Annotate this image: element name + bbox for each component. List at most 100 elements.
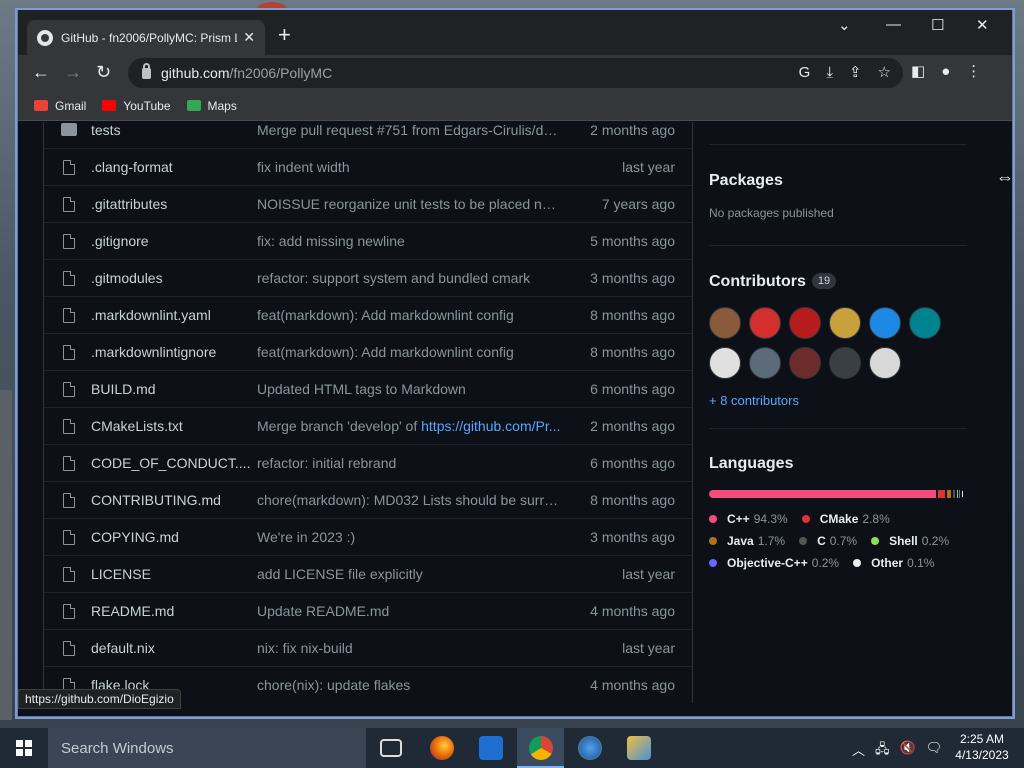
commit-message-link[interactable]: chore(markdown): MD032 Lists should be s… [257, 492, 562, 508]
commit-age[interactable]: 6 months ago [562, 455, 675, 471]
commit-message-link[interactable]: refactor: initial rebrand [257, 455, 562, 471]
file-name-link[interactable]: CONTRIBUTING.md [91, 492, 257, 508]
language-item[interactable]: Objective-C++ 0.2% [709, 552, 839, 574]
contributor-avatar[interactable] [789, 307, 821, 339]
file-name-link[interactable]: .gitmodules [91, 270, 257, 286]
show-hidden-icons-icon[interactable]: ︿ [852, 740, 865, 762]
contributor-avatar[interactable] [789, 347, 821, 379]
file-name-link[interactable]: .clang-format [91, 159, 257, 175]
file-name-link[interactable]: .gitattributes [91, 196, 257, 212]
task-view-icon[interactable] [380, 739, 402, 757]
commit-message-link[interactable]: Update README.md [257, 603, 562, 619]
language-item[interactable]: Shell 0.2% [871, 530, 949, 552]
chrome-icon[interactable] [529, 736, 553, 760]
commit-message-link[interactable]: Merge branch 'develop' of https://github… [257, 418, 562, 434]
commit-message-link[interactable]: We're in 2023 :) [257, 529, 562, 545]
commit-message-link[interactable]: feat(markdown): Add markdownlint config [257, 344, 562, 360]
contributor-avatar[interactable] [829, 307, 861, 339]
forward-button[interactable]: → [64, 63, 82, 81]
file-name-link[interactable]: BUILD.md [91, 381, 257, 397]
language-item[interactable]: C++ 94.3% [709, 508, 788, 530]
volume-muted-icon[interactable]: 🔇 [900, 740, 916, 762]
commit-age[interactable]: 4 months ago [562, 677, 675, 693]
commit-age[interactable]: 3 months ago [562, 529, 675, 545]
firefox-icon[interactable] [430, 736, 454, 760]
contributor-avatar[interactable] [869, 307, 901, 339]
language-item[interactable]: Java 1.7% [709, 530, 785, 552]
bookmark-maps[interactable]: Maps [186, 99, 237, 113]
new-tab-button[interactable]: + [278, 24, 291, 46]
file-name-link[interactable]: .markdownlintignore [91, 344, 257, 360]
taskbar-clock[interactable]: 2:25 AM 4/13/2023 [946, 731, 1018, 763]
profile-icon[interactable]: ● [941, 63, 950, 81]
lock-icon[interactable] [142, 62, 151, 79]
contributor-avatar[interactable] [909, 307, 941, 339]
file-name-link[interactable]: README.md [91, 603, 257, 619]
back-button[interactable]: ← [32, 63, 50, 81]
close-tab-icon[interactable]: ✕ [243, 29, 255, 46]
language-item[interactable]: C 0.7% [799, 530, 857, 552]
bookmark-gmail[interactable]: Gmail [34, 99, 86, 113]
commit-message-link[interactable]: fix: add missing newline [257, 233, 562, 249]
minimize-button[interactable]: — [886, 16, 901, 33]
commit-age[interactable]: 3 months ago [562, 270, 675, 286]
more-contributors-link[interactable]: + 8 contributors [709, 393, 967, 408]
commit-age[interactable]: 5 months ago [562, 233, 675, 249]
commit-message-link[interactable]: Updated HTML tags to Markdown [257, 381, 562, 397]
share-icon[interactable]: ⇪ [849, 64, 862, 82]
commit-message-link[interactable]: fix indent width [257, 159, 562, 175]
file-name-link[interactable]: COPYING.md [91, 529, 257, 545]
close-window-button[interactable]: ✕ [976, 16, 989, 34]
commit-age[interactable]: 2 months ago [562, 122, 675, 138]
reload-button[interactable]: ↻ [96, 63, 111, 81]
language-item[interactable]: CMake 2.8% [801, 508, 890, 530]
browser-tab[interactable]: GitHub - fn2006/PollyMC: Prism L ✕ [27, 20, 265, 55]
settings-icon[interactable] [479, 736, 503, 760]
commit-message-link[interactable]: nix: fix nix-build [257, 640, 562, 656]
commit-message-link[interactable]: add LICENSE file explicitly [257, 566, 562, 582]
commit-age[interactable]: last year [562, 159, 675, 175]
file-name-link[interactable]: CMakeLists.txt [91, 418, 257, 434]
commit-age[interactable]: last year [562, 566, 675, 582]
file-name-link[interactable]: LICENSE [91, 566, 257, 582]
menu-icon[interactable]: ⋮ [966, 63, 981, 81]
commit-age[interactable]: 8 months ago [562, 307, 675, 323]
commit-message-link[interactable]: NOISSUE reorganize unit tests to be plac… [257, 196, 562, 212]
file-name-link[interactable]: tests [91, 122, 257, 138]
start-button[interactable] [0, 728, 48, 768]
commit-message-link[interactable]: refactor: support system and bundled cma… [257, 270, 562, 286]
folder-app-icon[interactable] [627, 736, 651, 760]
packages-heading[interactable]: Packages [709, 172, 967, 190]
contributor-avatar[interactable] [709, 347, 741, 379]
language-item[interactable]: Other 0.1% [853, 552, 934, 574]
side-panel-icon[interactable]: ◧ [911, 63, 925, 81]
taskbar-search-input[interactable]: Search Windows [48, 728, 366, 768]
commit-age[interactable]: last year [562, 640, 675, 656]
commit-message-link[interactable]: chore(nix): update flakes [257, 677, 562, 693]
app-icon[interactable] [578, 736, 602, 760]
file-name-link[interactable]: .gitignore [91, 233, 257, 249]
contributor-avatar[interactable] [749, 307, 781, 339]
bookmark-youtube[interactable]: YouTube [102, 99, 171, 113]
contributor-avatar[interactable] [749, 347, 781, 379]
contributors-heading[interactable]: Contributors 19 [709, 273, 967, 291]
bookmark-star-icon[interactable]: ☆ [878, 64, 891, 82]
notifications-icon[interactable]: 🗨 [926, 740, 943, 762]
install-app-icon[interactable]: ⤓ [826, 64, 833, 82]
network-icon[interactable]: 🖧 [875, 740, 890, 762]
commit-message-url-link[interactable]: https://github.com/Pr... [421, 418, 560, 434]
contributor-avatar[interactable] [829, 347, 861, 379]
tab-search-icon[interactable]: ⌄ [838, 16, 851, 34]
commit-message-link[interactable]: feat(markdown): Add markdownlint config [257, 307, 562, 323]
file-name-link[interactable]: default.nix [91, 640, 257, 656]
maximize-button[interactable]: ☐ [931, 16, 944, 34]
google-icon[interactable]: G [799, 64, 811, 82]
contributor-avatar[interactable] [869, 347, 901, 379]
commit-age[interactable]: 8 months ago [562, 492, 675, 508]
commit-message-link[interactable]: Merge pull request #751 from Edgars-Ciru… [257, 122, 562, 138]
address-bar[interactable]: github.com /fn2006/PollyMC G ⤓ ⇪ ☆ [128, 58, 903, 88]
commit-age[interactable]: 8 months ago [562, 344, 675, 360]
commit-age[interactable]: 4 months ago [562, 603, 675, 619]
contributor-avatar[interactable] [709, 307, 741, 339]
file-name-link[interactable]: .markdownlint.yaml [91, 307, 257, 323]
